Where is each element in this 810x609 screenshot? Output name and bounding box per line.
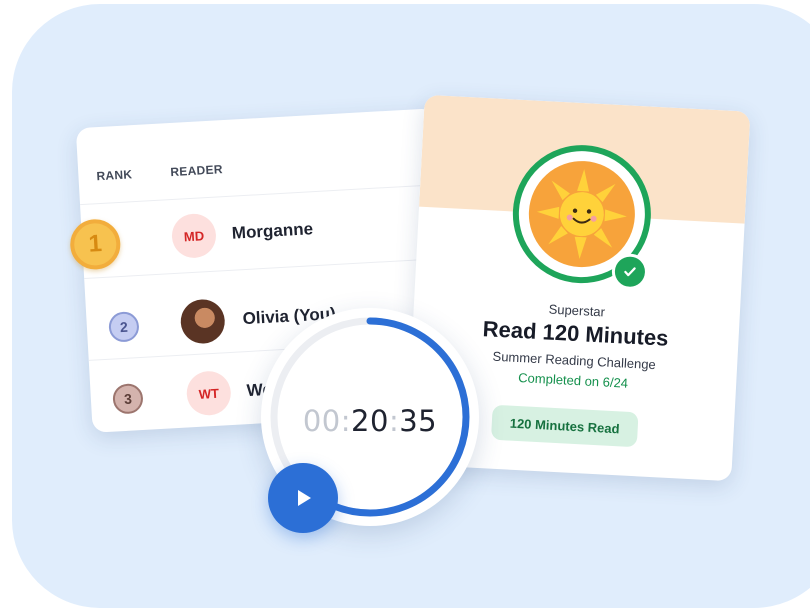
timer-seconds: 35 [399, 404, 438, 438]
avatar-initials: WT [198, 385, 220, 402]
stage: RANK READER 1 MD Morganne 2 Olivia (You)… [0, 0, 810, 609]
avatar-initials: MD [183, 227, 205, 244]
rank-number: 2 [119, 318, 129, 336]
check-icon [611, 252, 649, 291]
avatar: WT [185, 370, 232, 417]
avatar: MD [170, 212, 218, 260]
reader-column-header: READER [169, 162, 224, 180]
rank-number: 1 [87, 230, 103, 258]
sun-icon [536, 169, 627, 260]
row-divider [80, 184, 440, 206]
timer-display: 00:20:35 [261, 404, 479, 438]
minutes-read-pill: 120 Minutes Read [490, 404, 639, 448]
silver-medal-icon: 2 [108, 311, 140, 343]
reader-name: Morganne [231, 219, 314, 243]
timer-minutes: 20 [351, 404, 389, 438]
badge-sun-disc [526, 158, 638, 270]
play-icon [298, 490, 311, 506]
row-divider [84, 257, 444, 280]
play-button[interactable] [268, 463, 338, 533]
timer-separator: : [340, 404, 352, 438]
bronze-medal-icon: 3 [112, 382, 144, 415]
rank-column-header: RANK [96, 167, 133, 184]
timer-hours: 00 [302, 404, 341, 438]
avatar-photo [179, 298, 226, 345]
rank-number: 3 [123, 390, 133, 408]
timer-separator: : [388, 404, 400, 438]
